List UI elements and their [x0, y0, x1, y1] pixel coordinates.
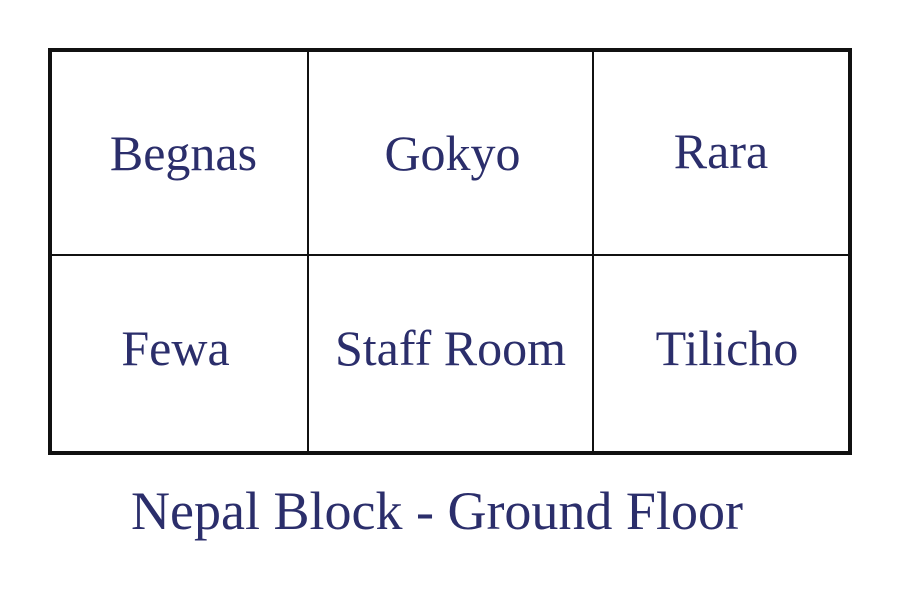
room-fewa: Fewa: [52, 256, 307, 451]
room-label: Rara: [673, 123, 769, 179]
floor-plan: Begnas Gokyo Rara Fewa Staff Room Tilich…: [48, 48, 852, 455]
room-label: Gokyo: [384, 125, 521, 181]
room-label: Fewa: [121, 319, 230, 376]
room-staff-room: Staff Room: [309, 256, 592, 451]
room-gokyo: Gokyo: [309, 52, 592, 254]
room-label: Staff Room: [334, 319, 567, 376]
room-begnas: Begnas: [52, 52, 307, 254]
room-label: Tilicho: [655, 319, 799, 376]
room-rara: Rara: [594, 52, 848, 254]
floor-plan-caption: Nepal Block - Ground Floor: [131, 481, 743, 541]
room-label: Begnas: [109, 125, 258, 181]
room-tilicho: Tilicho: [594, 256, 848, 451]
